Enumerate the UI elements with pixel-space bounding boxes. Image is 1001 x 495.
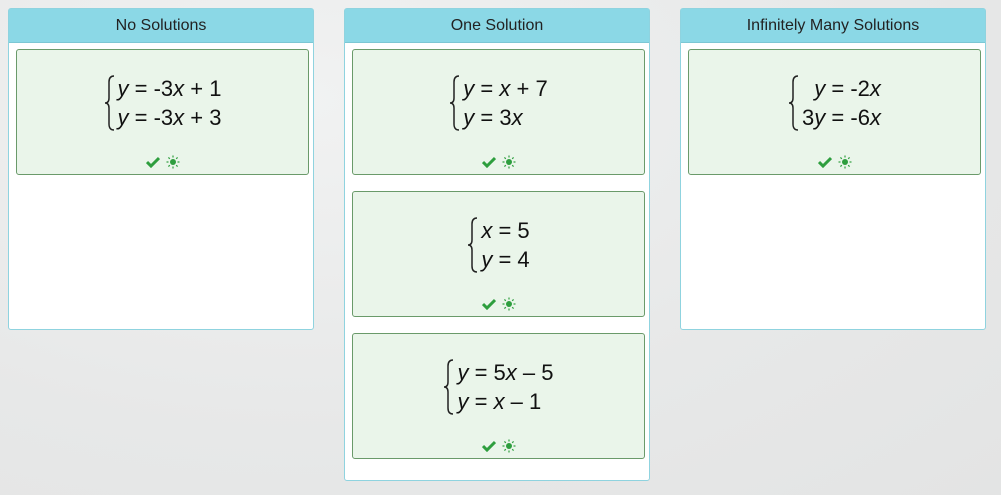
check-icon — [145, 154, 161, 170]
equation-1: y = -2x — [814, 76, 881, 101]
brace-icon — [444, 359, 454, 415]
lightbulb-icon[interactable] — [501, 438, 517, 454]
equation-2: y = 4 — [481, 247, 530, 272]
check-icon — [481, 438, 497, 454]
column-no-solutions[interactable]: No Solutions y = -3x + 1 y = -3x + 3 — [8, 8, 314, 330]
check-icon — [481, 154, 497, 170]
column-infinitely-many-solutions[interactable]: Infinitely Many Solutions y = -2x 3y = -… — [680, 8, 986, 330]
equation-2: y = x – 1 — [457, 389, 542, 414]
column-header: No Solutions — [9, 9, 313, 43]
brace-icon — [104, 75, 114, 131]
brace-icon — [468, 217, 478, 273]
lightbulb-icon[interactable] — [165, 154, 181, 170]
equation-card[interactable]: y = 5x – 5 y = x – 1 — [352, 333, 645, 459]
equation-card[interactable]: y = x + 7 y = 3x — [352, 49, 645, 175]
equation-1: y = x + 7 — [463, 76, 548, 101]
equation-2: y = 3x — [463, 105, 523, 130]
check-icon — [481, 296, 497, 312]
column-header: Infinitely Many Solutions — [681, 9, 985, 43]
lightbulb-icon[interactable] — [501, 154, 517, 170]
column-header: One Solution — [345, 9, 649, 43]
equation-system: y = -3x + 1 y = -3x + 3 — [17, 72, 308, 134]
equation-2: y = -3x + 3 — [117, 105, 222, 130]
equation-card[interactable]: x = 5 y = 4 — [352, 191, 645, 317]
equation-system: y = 5x – 5 y = x – 1 — [353, 356, 644, 418]
equation-card[interactable]: y = -3x + 1 y = -3x + 3 — [16, 49, 309, 175]
equation-1: x = 5 — [481, 218, 530, 243]
equation-system: y = x + 7 y = 3x — [353, 72, 644, 134]
equation-card[interactable]: y = -2x 3y = -6x — [688, 49, 981, 175]
equation-1: y = 5x – 5 — [457, 360, 554, 385]
equation-system: x = 5 y = 4 — [353, 214, 644, 276]
lightbulb-icon[interactable] — [837, 154, 853, 170]
equation-1: y = -3x + 1 — [117, 76, 222, 101]
equation-2: 3y = -6x — [802, 105, 881, 130]
brace-icon — [788, 75, 799, 131]
equation-system: y = -2x 3y = -6x — [689, 72, 980, 134]
brace-icon — [450, 75, 460, 131]
check-icon — [817, 154, 833, 170]
column-one-solution[interactable]: One Solution y = x + 7 y = 3x x = 5 y = … — [344, 8, 650, 481]
lightbulb-icon[interactable] — [501, 296, 517, 312]
